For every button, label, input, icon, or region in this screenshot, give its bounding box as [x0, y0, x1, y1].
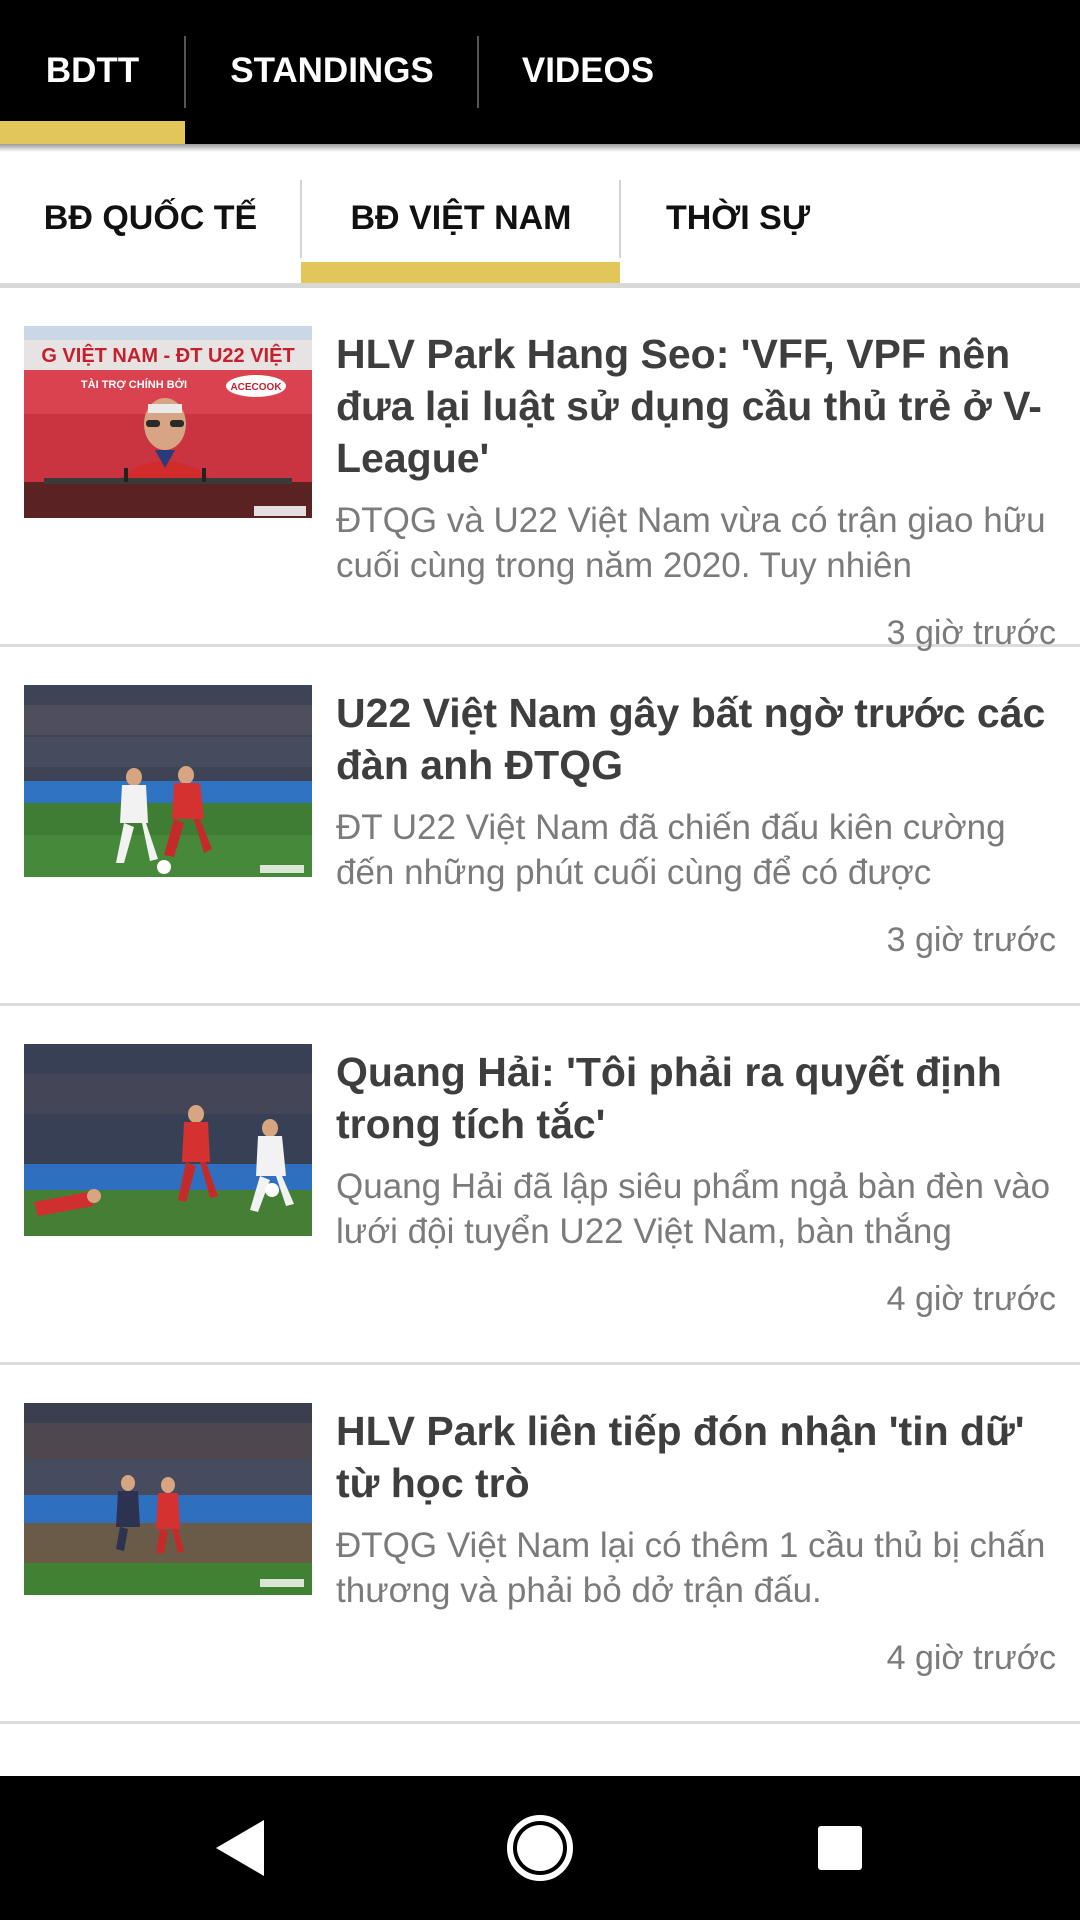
tab-bd-quoc-te-label: BĐ QUỐC TẾ [43, 198, 258, 237]
news-timestamp: 4 giờ trước [886, 1639, 1056, 1677]
tab-bdtt-label: BDTT [45, 51, 140, 90]
news-item[interactable]: HLV Park liên tiếp đón nhận 'tin dữ' từ … [0, 1365, 1080, 1724]
news-thumbnail [24, 1403, 312, 1595]
recents-square-icon [818, 1826, 862, 1870]
news-summary: ĐT U22 Việt Nam đã chiến đấu kiên cường … [336, 808, 1006, 892]
news-item[interactable]: G VIỆT NAM - ĐT U22 VIỆT TÀI TRỢ CHÍNH B… [0, 288, 1080, 652]
news-title: HLV Park liên tiếp đón nhận 'tin dữ' từ … [336, 1408, 1025, 1506]
news-item[interactable]: Quang Hải: 'Tôi phải ra quyết định trong… [0, 1006, 1080, 1365]
system-navigation-bar [0, 1776, 1080, 1920]
active-tab-indicator [0, 121, 185, 144]
tab-standings[interactable]: STANDINGS [186, 0, 478, 144]
tab-bd-viet-nam-label: BĐ VIỆT NAM [350, 198, 572, 237]
recents-button[interactable] [792, 1800, 888, 1896]
news-summary: ĐTQG và U22 Việt Nam vừa có trận giao hữ… [336, 501, 1046, 585]
category-tab-bar: BĐ QUỐC TẾ BĐ VIỆT NAM THỜI SỰ [0, 152, 1080, 284]
back-triangle-icon [216, 1820, 264, 1876]
home-circle-icon [507, 1815, 573, 1881]
news-title: U22 Việt Nam gây bất ngờ trước các đàn a… [336, 690, 1046, 788]
tab-bd-quoc-te[interactable]: BĐ QUỐC TẾ [0, 152, 301, 284]
news-timestamp: 3 giờ trước [886, 921, 1056, 959]
news-item[interactable]: U22 Việt Nam gây bất ngờ trước các đàn a… [0, 647, 1080, 1006]
home-button[interactable] [492, 1800, 588, 1896]
tab-videos[interactable]: VIDEOS [479, 0, 697, 144]
football-match-image [24, 1403, 312, 1595]
svg-text:ACECOOK: ACECOOK [230, 382, 282, 393]
news-title: Quang Hải: 'Tôi phải ra quyết định trong… [336, 1049, 1002, 1147]
news-summary: ĐTQG Việt Nam lại có thêm 1 cầu thủ bị c… [336, 1526, 1046, 1610]
tab-thoi-su[interactable]: THỜI SỰ [621, 152, 855, 284]
news-thumbnail [24, 1044, 312, 1236]
tab-videos-label: VIDEOS [521, 51, 655, 90]
tab-standings-label: STANDINGS [230, 51, 434, 90]
top-tab-bar: BDTT STANDINGS VIDEOS [0, 0, 1080, 144]
active-category-indicator [301, 262, 620, 284]
tab-thoi-su-label: THỜI SỰ [665, 198, 811, 237]
news-thumbnail [24, 685, 312, 877]
svg-text:TÀI TRỢ CHÍNH BỞI: TÀI TRỢ CHÍNH BỞI [81, 378, 187, 391]
svg-text:G VIỆT NAM - ĐT U22 VIỆT: G VIỆT NAM - ĐT U22 VIỆT [41, 343, 294, 367]
news-summary: Quang Hải đã lập siêu phẩm ngả bàn đèn v… [336, 1167, 1051, 1251]
press-conference-image: G VIỆT NAM - ĐT U22 VIỆT TÀI TRỢ CHÍNH B… [24, 326, 312, 518]
news-list: G VIỆT NAM - ĐT U22 VIỆT TÀI TRỢ CHÍNH B… [0, 288, 1080, 1724]
news-timestamp: 4 giờ trước [886, 1280, 1056, 1318]
football-match-image [24, 1044, 312, 1236]
back-button[interactable] [192, 1800, 288, 1896]
top-bar-shadow [0, 144, 1080, 152]
news-thumbnail: G VIỆT NAM - ĐT U22 VIỆT TÀI TRỢ CHÍNH B… [24, 326, 312, 518]
news-title: HLV Park Hang Seo: 'VFF, VPF nên đưa lại… [336, 331, 1042, 481]
football-match-image [24, 685, 312, 877]
